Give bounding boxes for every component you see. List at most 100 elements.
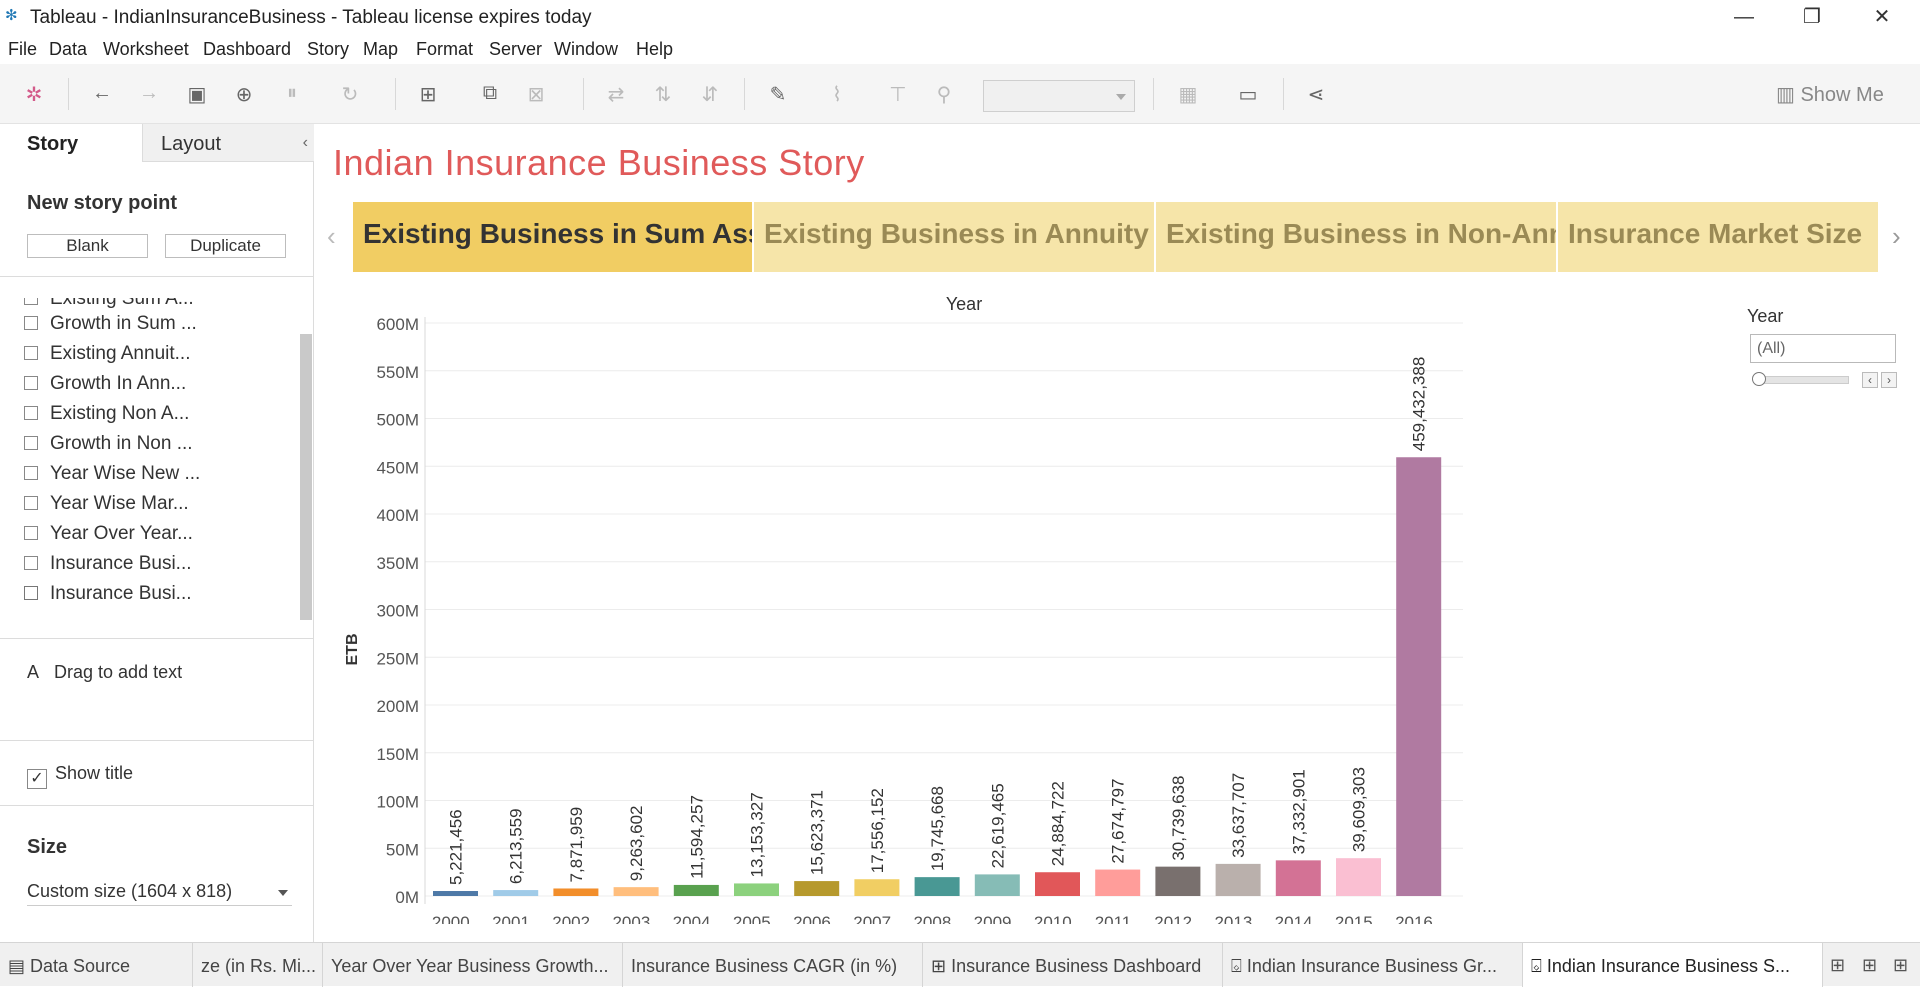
prev-story-point-icon[interactable]: ‹ [327, 221, 336, 252]
menu-bar: File Data Worksheet Dashboard Story Map … [0, 34, 1920, 64]
back-icon[interactable]: ← [90, 82, 114, 105]
tableau-logo-icon[interactable]: ✲ [22, 82, 46, 107]
story-point-3[interactable]: Existing Business in Non-Annuity Policie… [1156, 202, 1558, 272]
sheet-item[interactable]: Growth In Ann... [24, 373, 186, 401]
fit-dropdown[interactable] [983, 80, 1135, 112]
sheet-item[interactable]: Insurance Busi... [24, 583, 192, 611]
story-point-2[interactable]: Existing Business in Annuity Policies [754, 202, 1156, 272]
tab-dashboard[interactable]: ⊞ Insurance Business Dashboard [923, 943, 1223, 987]
story-point-4[interactable]: Insurance Market Size [1558, 202, 1880, 272]
refresh-icon[interactable]: ↻ [338, 82, 362, 107]
new-sheet-icon[interactable]: ⊞ [416, 82, 440, 107]
sheet-list: Existing Sum A... Growth in Sum ... Exis… [0, 298, 300, 620]
drag-text-item[interactable]: A Drag to add text [27, 662, 182, 683]
tab-sheet[interactable]: ze (in Rs. Mi... [193, 943, 323, 987]
sheet-item[interactable]: Existing Annuit... [24, 343, 190, 371]
slider-next-icon[interactable]: › [1881, 372, 1897, 388]
tab-story[interactable]: ⌺ Indian Insurance Business Gr... [1223, 943, 1523, 987]
y-tick-label: 300M [376, 602, 419, 621]
year-filter-slider[interactable] [1755, 376, 1849, 384]
tab-data-source[interactable]: ▤ Data Source [0, 943, 193, 987]
forward-icon[interactable]: → [137, 82, 161, 105]
sheet-item[interactable]: Growth in Sum ... [24, 313, 197, 341]
y-tick-label: 0M [395, 888, 419, 907]
menu-server[interactable]: Server [489, 39, 542, 60]
sheet-item[interactable]: Growth in Non ... [24, 433, 193, 461]
menu-dashboard[interactable]: Dashboard [203, 39, 291, 60]
year-filter-slider-handle[interactable] [1752, 372, 1766, 386]
swap-icon[interactable]: ⇄ [604, 82, 628, 107]
toolbar-separator [68, 78, 69, 110]
y-tick-label: 500M [376, 411, 419, 430]
data-label: 5,221,456 [447, 809, 466, 885]
bar [1275, 860, 1321, 896]
show-title-checkbox[interactable]: ✓ Show title [27, 763, 133, 789]
presentation-icon[interactable]: ▭ [1236, 82, 1260, 107]
clear-icon[interactable]: ⊠ [524, 82, 548, 107]
duplicate-icon[interactable]: ⧉ [478, 82, 502, 105]
menu-story[interactable]: Story [307, 39, 349, 60]
worksheet-icon [24, 346, 38, 360]
sheet-item[interactable]: Insurance Busi... [24, 553, 192, 581]
bar [433, 891, 478, 896]
share-icon[interactable]: ⋖ [1304, 82, 1328, 107]
close-icon[interactable]: ✕ [1854, 0, 1910, 34]
restore-icon[interactable]: ❐ [1784, 0, 1840, 34]
new-story-icon[interactable]: ⊞ [1893, 955, 1908, 976]
pin-icon[interactable]: ⚲ [932, 82, 956, 107]
x-tick-label: 2000.. [432, 913, 479, 924]
text-icon: A [27, 662, 55, 682]
sheet-item[interactable]: Existing Non A... [24, 403, 189, 431]
show-me-button[interactable]: ▥ Show Me [1776, 82, 1884, 107]
bar [1336, 858, 1381, 896]
worksheet-icon [24, 406, 38, 420]
worksheet-icon [24, 298, 38, 305]
tab-story[interactable]: Story [0, 124, 142, 162]
toolbar: ✲ ← → ▣ ⊕ ⏸ ↻ ⊞ ⧉ ⊠ ⇄ ⇅ ⇵ ✎ ⌇ ⊤ ⚲ ▦ ▭ ⋖ … [0, 64, 1920, 124]
year-filter-input[interactable]: (All) [1750, 334, 1896, 363]
collapse-pane-icon[interactable]: ‹ [303, 134, 308, 152]
minimize-icon[interactable]: — [1716, 0, 1772, 34]
slider-prev-icon[interactable]: ‹ [1862, 372, 1878, 388]
sheet-item[interactable]: Year Over Year... [24, 523, 193, 551]
sheet-item[interactable]: Year Wise New ... [24, 463, 200, 491]
story-pane: Story Layout ‹ New story point Blank Dupl… [0, 124, 314, 942]
label-icon[interactable]: ⊤ [886, 82, 910, 107]
y-tick-label: 200M [376, 697, 419, 716]
sort-asc-icon[interactable]: ⇅ [651, 82, 675, 107]
y-tick-label: 600M [376, 315, 419, 334]
add-datasource-icon[interactable]: ⊕ [232, 82, 256, 107]
menu-file[interactable]: File [8, 39, 37, 60]
sheet-list-scrollbar[interactable] [300, 334, 312, 620]
duplicate-button[interactable]: Duplicate [165, 234, 286, 258]
sheet-item[interactable]: Year Wise Mar... [24, 493, 189, 521]
menu-window[interactable]: Window [554, 39, 618, 60]
story-point-1[interactable]: Existing Business in Sum Assured (in Rs.… [353, 202, 754, 272]
worksheet-icon [24, 376, 38, 390]
sort-desc-icon[interactable]: ⇵ [698, 82, 722, 107]
tab-sheet[interactable]: Insurance Business CAGR (in %) [623, 943, 923, 987]
data-label: 19,745,668 [928, 786, 947, 871]
highlight-icon[interactable]: ✎ [766, 82, 790, 107]
save-icon[interactable]: ▣ [185, 82, 209, 107]
data-label: 17,556,152 [868, 788, 887, 873]
menu-map[interactable]: Map [363, 39, 398, 60]
tab-story-active[interactable]: ⌺ Indian Insurance Business S... [1523, 943, 1823, 987]
x-tick-label: 2003.. [612, 913, 659, 924]
menu-help[interactable]: Help [636, 39, 673, 60]
new-worksheet-icon[interactable]: ⊞ [1830, 955, 1845, 976]
pause-icon[interactable]: ⏸ [280, 82, 304, 105]
chart-type-icon[interactable]: ▦ [1176, 82, 1200, 107]
tab-layout[interactable]: Layout ‹ [142, 124, 314, 162]
x-tick-label: 2004.. [673, 913, 720, 924]
data-label: 15,623,371 [808, 790, 827, 875]
menu-format[interactable]: Format [416, 39, 473, 60]
menu-worksheet[interactable]: Worksheet [103, 39, 189, 60]
group-icon[interactable]: ⌇ [825, 82, 849, 107]
blank-button[interactable]: Blank [27, 234, 148, 258]
tab-sheet[interactable]: Year Over Year Business Growth... [323, 943, 623, 987]
size-dropdown[interactable]: Custom size (1604 x 818) [27, 876, 292, 906]
next-story-point-icon[interactable]: › [1892, 221, 1901, 252]
new-dashboard-icon[interactable]: ⊞ [1862, 955, 1877, 976]
menu-data[interactable]: Data [49, 39, 87, 60]
